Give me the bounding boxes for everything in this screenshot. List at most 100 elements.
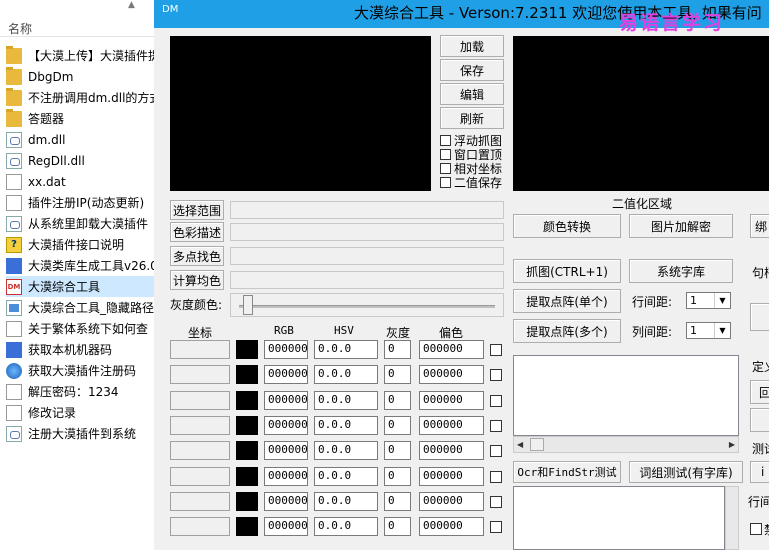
disable-checkbox[interactable] bbox=[750, 523, 762, 535]
offset-field[interactable]: 000000 bbox=[419, 415, 484, 435]
row-checkbox[interactable] bbox=[490, 495, 502, 508]
color-desc-field[interactable] bbox=[230, 223, 504, 241]
row-checkbox[interactable] bbox=[490, 419, 502, 432]
file-item[interactable]: 解压密码：1234 bbox=[6, 381, 154, 402]
image-encrypt-button[interactable]: 图片加解密 bbox=[629, 214, 733, 238]
row-checkbox[interactable] bbox=[490, 394, 502, 407]
edit-button[interactable]: 编辑 bbox=[440, 83, 504, 105]
file-item[interactable]: 获取大漠插件注册码 bbox=[6, 360, 154, 381]
hsv-field[interactable]: 0.0.0 bbox=[314, 441, 378, 461]
row-spacing-select[interactable]: 1 ▼ bbox=[686, 292, 731, 309]
calc-avg-field[interactable] bbox=[230, 271, 504, 289]
coord-field[interactable] bbox=[170, 491, 230, 511]
coord-field[interactable] bbox=[170, 340, 230, 359]
calc-avg-button[interactable]: 计算均色 bbox=[170, 270, 224, 290]
row-checkbox[interactable] bbox=[490, 369, 502, 382]
offset-field[interactable]: 000000 bbox=[419, 441, 484, 461]
gray-slider-track[interactable] bbox=[239, 305, 495, 308]
row-checkbox[interactable] bbox=[490, 521, 502, 534]
rgb-field[interactable]: 000000 bbox=[264, 415, 308, 435]
file-item[interactable]: 插件注册IP(动态更新) bbox=[6, 192, 154, 213]
rgb-field[interactable]: 000000 bbox=[264, 466, 308, 486]
offset-field[interactable]: 000000 bbox=[419, 491, 484, 511]
file-item[interactable]: 【大漠上传】大漠插件提 bbox=[6, 45, 154, 66]
gray-field[interactable]: 0 bbox=[384, 365, 411, 385]
bind-button[interactable]: 绑 bbox=[750, 214, 769, 238]
coord-field[interactable] bbox=[170, 517, 230, 537]
file-item[interactable]: 答题器 bbox=[6, 108, 154, 129]
hsv-field[interactable]: 0.0.0 bbox=[314, 517, 378, 537]
ocr-findstr-test-button[interactable]: Ocr和FindStr测试 bbox=[513, 461, 621, 483]
load-button[interactable]: 加载 bbox=[440, 35, 504, 57]
system-font-button[interactable]: 系统字库 bbox=[629, 259, 733, 283]
gray-field[interactable]: 0 bbox=[384, 390, 411, 410]
file-item[interactable]: 从系统里卸载大漠插件 bbox=[6, 213, 154, 234]
capture-button[interactable]: 抓图(CTRL+1) bbox=[513, 259, 621, 283]
gray-field[interactable]: 0 bbox=[384, 466, 411, 486]
checkbox-box[interactable] bbox=[440, 149, 451, 160]
extract-multi-button[interactable]: 提取点阵(多个) bbox=[513, 319, 621, 343]
checkbox-box[interactable] bbox=[440, 135, 451, 146]
save-button[interactable]: 保存 bbox=[440, 59, 504, 81]
select-range-field[interactable] bbox=[230, 201, 504, 219]
file-item[interactable]: 不注册调用dm.dll的方式 bbox=[6, 87, 154, 108]
scroll-right-icon[interactable]: ▶ bbox=[729, 440, 735, 449]
hsv-field[interactable]: 0.0.0 bbox=[314, 340, 378, 359]
offset-field[interactable]: 000000 bbox=[419, 340, 484, 359]
rgb-field[interactable]: 000000 bbox=[264, 441, 308, 461]
file-item[interactable]: 修改记录 bbox=[6, 402, 154, 423]
hsv-field[interactable]: 0.0.0 bbox=[314, 390, 378, 410]
file-item[interactable]: 获取本机机器码 bbox=[6, 339, 154, 360]
capture-preview[interactable] bbox=[170, 36, 431, 191]
multi-find-button[interactable]: 多点找色 bbox=[170, 246, 224, 266]
file-item[interactable]: RegDll.dll bbox=[6, 150, 154, 171]
gray-field[interactable]: 0 bbox=[384, 340, 411, 359]
vertical-scrollbar[interactable] bbox=[725, 486, 739, 550]
rgb-field[interactable]: 000000 bbox=[264, 365, 308, 385]
scroll-thumb[interactable] bbox=[530, 438, 544, 451]
multi-find-field[interactable] bbox=[230, 247, 504, 265]
hsv-field[interactable]: 0.0.0 bbox=[314, 466, 378, 486]
checkbox-box[interactable] bbox=[440, 163, 451, 174]
title-bar[interactable]: DM 大漠综合工具 - Verson:7.2311 欢迎您使用本工具, 如果有问… bbox=[154, 0, 769, 34]
hsv-field[interactable]: 0.0.0 bbox=[314, 365, 378, 385]
rgb-field[interactable]: 000000 bbox=[264, 517, 308, 537]
gray-field[interactable]: 0 bbox=[384, 415, 411, 435]
color-desc-button[interactable]: 色彩描述 bbox=[170, 222, 224, 242]
row-checkbox[interactable] bbox=[490, 445, 502, 458]
rgb-field[interactable]: 000000 bbox=[264, 340, 308, 359]
coord-field[interactable] bbox=[170, 466, 230, 486]
offset-field[interactable]: 000000 bbox=[419, 466, 484, 486]
file-item[interactable]: 注册大漠插件到系统 bbox=[6, 423, 154, 444]
file-item[interactable]: dm.dll bbox=[6, 129, 154, 150]
result-text-area[interactable] bbox=[513, 355, 739, 436]
file-item[interactable]: 关于繁体系统下如何查 bbox=[6, 318, 154, 339]
rgb-field[interactable]: 000000 bbox=[264, 390, 308, 410]
cut-button-2[interactable] bbox=[750, 408, 769, 432]
gray-slider-thumb[interactable] bbox=[243, 295, 253, 315]
coord-field[interactable] bbox=[170, 365, 230, 385]
select-range-button[interactable]: 选择范围 bbox=[170, 200, 224, 220]
col-spacing-select[interactable]: 1 ▼ bbox=[686, 322, 731, 339]
coord-field[interactable] bbox=[170, 441, 230, 461]
test-output-area[interactable] bbox=[513, 486, 725, 550]
sort-up-icon[interactable]: ▲ bbox=[128, 0, 135, 10]
gray-field[interactable]: 0 bbox=[384, 517, 411, 537]
chevron-down-icon[interactable]: ▼ bbox=[714, 293, 730, 308]
cut-button-3[interactable]: i bbox=[750, 461, 769, 483]
gray-field[interactable]: 0 bbox=[384, 441, 411, 461]
color-convert-button[interactable]: 颜色转换 bbox=[513, 214, 621, 238]
hsv-field[interactable]: 0.0.0 bbox=[314, 415, 378, 435]
file-item[interactable]: DbgDm bbox=[6, 66, 154, 87]
binary-save-checkbox[interactable]: 二值保存 bbox=[440, 174, 502, 191]
file-item[interactable]: 大漠综合工具_隐藏路径 bbox=[6, 297, 154, 318]
binary-preview[interactable] bbox=[513, 36, 769, 191]
coord-field[interactable] bbox=[170, 390, 230, 410]
row-checkbox[interactable] bbox=[490, 344, 502, 356]
offset-field[interactable]: 000000 bbox=[419, 390, 484, 410]
row-checkbox[interactable] bbox=[490, 470, 502, 483]
cut-button[interactable] bbox=[750, 303, 769, 331]
coord-field[interactable] bbox=[170, 415, 230, 435]
offset-field[interactable]: 000000 bbox=[419, 517, 484, 537]
refresh-button[interactable]: 刷新 bbox=[440, 107, 504, 129]
